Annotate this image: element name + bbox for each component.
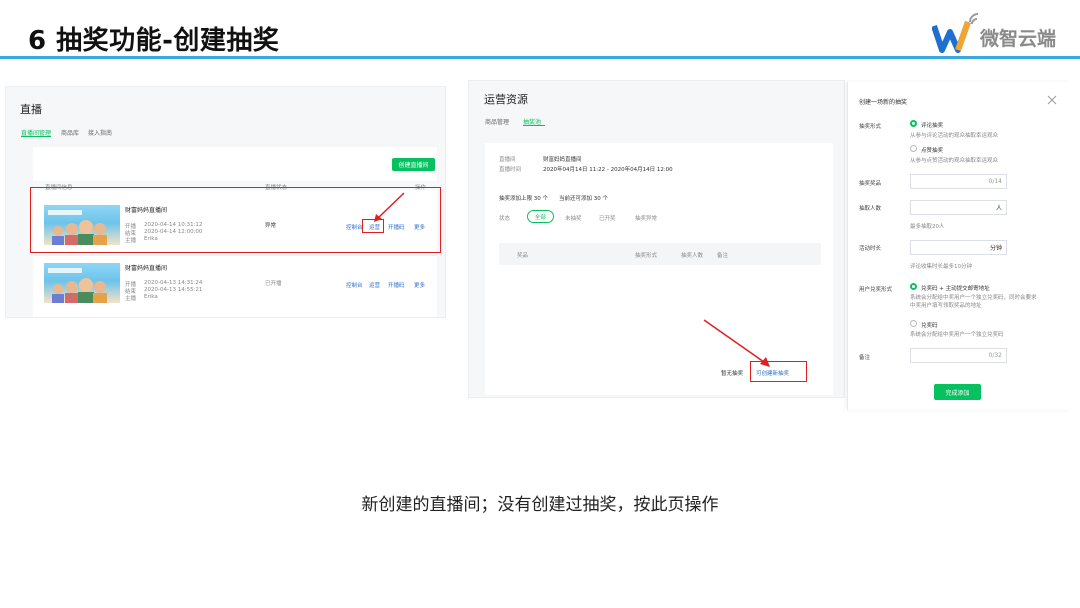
claim-label: 用户兑奖形式 — [859, 287, 893, 293]
prize-label: 抽奖奖品 — [859, 181, 882, 187]
radio-claim-address-selected[interactable] — [910, 283, 917, 290]
lottery-table-header — [499, 243, 821, 265]
slide-title: 6 抽奖功能-创建抽奖 — [28, 26, 280, 56]
note-input[interactable]: 0/32 — [910, 348, 1007, 363]
people-input[interactable]: 人 — [910, 200, 1007, 215]
tab-guide[interactable]: 接入指南 — [88, 128, 112, 137]
form-type-label: 抽奖形式 — [859, 124, 882, 130]
drawer-title: 创建一场新的抽奖 — [859, 99, 908, 106]
tab-underline — [523, 125, 545, 126]
duration-input[interactable]: 分钟 — [910, 240, 1007, 255]
filter-drawn[interactable]: 已开奖 — [599, 214, 616, 222]
title-rule — [0, 56, 1080, 59]
panel-title: 直播 — [20, 103, 42, 116]
arrow-icon — [703, 319, 770, 367]
tab-products[interactable]: 商品库 — [61, 128, 79, 137]
start-time: 2020-04-13 14:31:24 — [144, 280, 203, 286]
filter-label: 状态 — [499, 216, 511, 222]
row-divider — [33, 255, 437, 256]
radio-comment-selected[interactable] — [910, 120, 917, 127]
prize-count: 0/14 — [988, 178, 1002, 185]
time-value: 2020年04月14日 11:22 - 2020年04月14日 12:00 — [543, 167, 673, 173]
option-like-desc: 从参与点赞活动的观众抽取幸运观众 — [910, 158, 999, 164]
header-lottery-count: 抽奖人数 — [681, 253, 704, 259]
more-link[interactable]: 更多 — [414, 281, 425, 289]
radio-claim-code[interactable] — [910, 320, 917, 327]
header-note: 备注 — [717, 253, 729, 259]
people-label: 抽取人数 — [859, 206, 882, 212]
note-count: 0/32 — [988, 352, 1002, 359]
header-lottery-type: 抽奖形式 — [635, 253, 658, 259]
logo-text: 微智云端 — [980, 28, 1057, 50]
host-name: Erika — [144, 294, 158, 300]
room-cover-image — [44, 263, 120, 303]
option-comment-desc: 从参与评论活动的观众抽取幸运观众 — [910, 133, 999, 139]
room-name: 财富妈妈直播间 — [125, 265, 168, 272]
arrow-icon — [374, 192, 405, 222]
create-live-room-button[interactable]: 创建直播间 — [392, 158, 435, 171]
claim-option-2-desc: 系统会分配给中奖用户一个独立兑奖码 — [910, 332, 1004, 338]
people-hint: 最多抽取20人 — [910, 224, 945, 230]
logo-icon — [932, 13, 979, 53]
slide-caption: 新创建的直播间；没有创建过抽奖，按此页操作 — [361, 495, 719, 515]
claim-option-2: 兑奖码 — [921, 323, 938, 329]
limit-text: 抽奖添加上限 30 个 — [499, 196, 548, 202]
claim-option-1: 兑奖码 + 主动提交邮寄地址 — [921, 286, 990, 292]
tab-product-manage[interactable]: 商品管理 — [485, 117, 509, 126]
filter-all[interactable]: 全部 — [527, 210, 554, 223]
note-label: 备注 — [859, 355, 871, 361]
claim-option-1-desc: 系统会分配给中奖用户一个独立兑奖码，同时会要求 — [910, 295, 1037, 301]
time-label: 直播时间 — [499, 167, 522, 173]
prize-input[interactable]: 0/14 — [910, 174, 1007, 189]
host-label: 主播 — [125, 296, 137, 302]
claim-option-1-desc-2: 中奖用户填写领取奖品的地址 — [910, 303, 982, 309]
option-comment: 评论抽奖 — [921, 123, 944, 129]
filter-not-drawn[interactable]: 未抽奖 — [565, 214, 582, 222]
status-badge: 已开播 — [265, 281, 282, 287]
header-prize: 奖品 — [517, 253, 529, 259]
operate-link[interactable]: 运营 — [369, 281, 380, 289]
cover-people-icon — [48, 268, 107, 303]
radio-like[interactable] — [910, 145, 917, 152]
duration-hint: 评论收集时长最多10分钟 — [910, 264, 972, 270]
create-lottery-drawer: 创建一场新的抽奖 抽奖形式 评论抽奖 从参与评论活动的观众抽取幸运观众 点赞抽奖… — [847, 82, 1072, 410]
room-value: 财富妈妈直播间 — [543, 157, 582, 163]
close-icon[interactable] — [1047, 95, 1057, 105]
lottery-card: 直播间 财富妈妈直播间 直播时间 2020年04月14日 11:22 - 202… — [485, 143, 833, 395]
tab-underline — [21, 136, 51, 137]
duration-unit: 分钟 — [989, 245, 1002, 252]
table-row: 财富妈妈直播间 开播 2020-04-13 14:31:24 结束 2020-0… — [33, 257, 437, 315]
room-label: 直播间 — [499, 157, 516, 163]
end-time: 2020-04-13 14:55:21 — [144, 287, 203, 293]
console-link[interactable]: 控制台 — [346, 281, 363, 289]
submit-button[interactable]: 完成添加 — [934, 384, 981, 400]
empty-text: 暂无抽奖 — [721, 371, 744, 377]
panel-title: 运营资源 — [484, 93, 528, 106]
live-code-link[interactable]: 开播码 — [388, 281, 405, 289]
people-unit: 人 — [995, 205, 1002, 212]
duration-label: 活动时长 — [859, 246, 882, 252]
filter-error[interactable]: 抽奖异常 — [635, 214, 657, 222]
remain-text: 当前还可添加 30 个 — [559, 196, 608, 202]
option-like: 点赞抽奖 — [921, 148, 944, 154]
operation-resources-panel: 运营资源 商品管理 抽奖池 直播间 财富妈妈直播间 直播时间 2020年04月1… — [468, 80, 845, 398]
